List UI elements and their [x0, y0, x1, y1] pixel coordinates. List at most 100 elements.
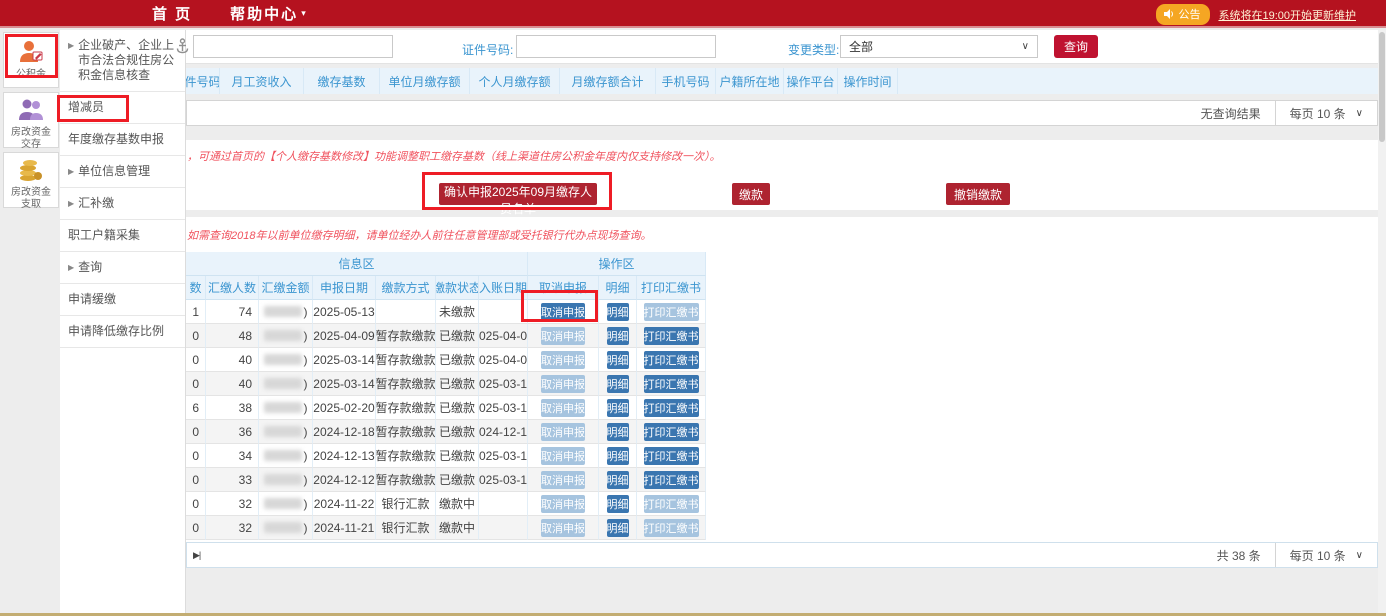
- pay-button[interactable]: 缴款: [732, 183, 770, 205]
- speaker-icon: [1164, 9, 1174, 19]
- chevron-down-icon: ∨: [1356, 550, 1363, 561]
- detail-button[interactable]: 明细: [607, 351, 629, 369]
- print-remittance-button[interactable]: 打印汇缴书: [644, 327, 699, 345]
- print-remittance-button[interactable]: 打印汇缴书: [644, 447, 699, 465]
- page-size-select[interactable]: 每页 10 条 ∨: [1275, 101, 1377, 125]
- maintenance-notice-link[interactable]: 系统将在19:00开始更新维护: [1218, 7, 1356, 23]
- page-size-select[interactable]: 每页 10 条 ∨: [1275, 543, 1377, 567]
- detail-button[interactable]: 明细: [607, 519, 629, 537]
- column-header: 汇缴人数: [206, 276, 259, 300]
- cancel-declare-button: 取消申报: [541, 423, 585, 441]
- detail-button[interactable]: 明细: [607, 423, 629, 441]
- entry-date-cell: [479, 516, 528, 540]
- people-count-cell: 36: [206, 420, 259, 444]
- two-people-icon: [18, 98, 44, 122]
- pay-status-cell: 已缴款: [436, 348, 479, 372]
- entry-date-cell: 2024-12-18: [479, 420, 528, 444]
- declare-date-cell: 2025-05-13: [313, 300, 376, 324]
- scrollbar-thumb[interactable]: [1379, 32, 1385, 142]
- redacted-amount: [264, 450, 302, 461]
- expand-arrow-icon: ▶: [68, 260, 74, 275]
- detail-button[interactable]: 明细: [607, 303, 629, 321]
- confirm-declare-button[interactable]: 确认申报2025年09月缴存人员名单: [439, 183, 597, 205]
- detail-button[interactable]: 明细: [607, 495, 629, 513]
- person-edit-icon: [18, 38, 44, 64]
- column-header: 手机号码: [656, 68, 716, 94]
- employee-table-header: 件号码月工资收入缴存基数单位月缴存额个人月缴存额月缴存额合计手机号码户籍所在地操…: [186, 68, 1378, 94]
- column-header: 取消申报: [528, 276, 599, 300]
- count-cell: 0: [186, 516, 206, 540]
- detail-button[interactable]: 明细: [607, 375, 629, 393]
- cancel-declare-button: 取消申报: [541, 519, 585, 537]
- module-tile-fanggai-zhiqu[interactable]: 房改资金支取: [3, 152, 59, 208]
- menu-item-7[interactable]: 申请缓缴: [60, 284, 185, 316]
- print-remittance-button[interactable]: 打印汇缴书: [644, 399, 699, 417]
- print-remittance-button[interactable]: 打印汇缴书: [644, 471, 699, 489]
- pay-method-cell: 暂存款缴款: [376, 396, 436, 420]
- menu-item-0[interactable]: ▶企业破产、企业上市合法合规住房公积金信息核查: [60, 30, 185, 92]
- redacted-amount: [264, 330, 302, 341]
- change-type-select[interactable]: 全部 ∨: [840, 35, 1038, 58]
- declare-date-cell: 2024-12-18: [313, 420, 376, 444]
- detail-button[interactable]: 明细: [607, 447, 629, 465]
- module-tile-fanggai-jiaocun[interactable]: 房改资金交存: [3, 92, 59, 148]
- print-remittance-button[interactable]: 打印汇缴书: [644, 375, 699, 393]
- menu-item-2[interactable]: 年度缴存基数申报: [60, 124, 185, 156]
- menu-item-4[interactable]: ▶汇补缴: [60, 188, 185, 220]
- nav-home[interactable]: 首 页: [152, 3, 192, 24]
- cancel-declare-button: 取消申报: [541, 399, 585, 417]
- column-header: 个人月缴存额: [470, 68, 560, 94]
- menu-item-1[interactable]: 增减员: [60, 92, 185, 124]
- chevron-down-icon: ∨: [1022, 41, 1029, 52]
- module-tile-gongjijin[interactable]: 公积金: [3, 32, 59, 88]
- column-header: 缴存基数: [304, 68, 380, 94]
- declare-date-cell: 2024-12-12: [313, 468, 376, 492]
- module-rail: 公积金 房改资金交存 房改资金支取: [0, 30, 60, 613]
- column-header: 打印汇缴书: [637, 276, 706, 300]
- name-input[interactable]: [193, 35, 393, 58]
- nav-help-center[interactable]: 帮助中心 ▾: [230, 3, 306, 24]
- print-remittance-button[interactable]: 打印汇缴书: [644, 423, 699, 441]
- anchor-icon[interactable]: [176, 38, 189, 57]
- table-row: 032)2024-11-21银行汇款缴款中取消申报明细打印汇缴书: [186, 516, 706, 540]
- employee-table-footer: 无查询结果 每页 10 条 ∨: [186, 100, 1378, 126]
- count-cell: 0: [186, 348, 206, 372]
- declare-date-cell: 2025-03-14: [313, 348, 376, 372]
- search-button[interactable]: 查询: [1054, 35, 1098, 58]
- scroll-end-icon[interactable]: ▶|: [193, 550, 200, 561]
- column-header: 月工资收入: [220, 68, 304, 94]
- table-row: 638)2025-02-20暂存款缴款已缴款2025-03-14取消申报明细打印…: [186, 396, 706, 420]
- count-cell: 0: [186, 492, 206, 516]
- people-count-cell: 32: [206, 516, 259, 540]
- group-header-ops: 操作区: [528, 252, 706, 276]
- amount-masked-cell: ): [259, 516, 313, 540]
- amount-masked-cell: ): [259, 420, 313, 444]
- announcement-badge: 公告: [1156, 4, 1210, 25]
- menu-item-6[interactable]: ▶查询: [60, 252, 185, 284]
- menu-item-5[interactable]: 职工户籍采集: [60, 220, 185, 252]
- pay-status-cell: 已缴款: [436, 420, 479, 444]
- detail-button[interactable]: 明细: [607, 471, 629, 489]
- menu-item-8[interactable]: 申请降低缴存比例: [60, 316, 185, 348]
- cancel-declare-button[interactable]: 取消申报: [541, 303, 585, 321]
- cancel-pay-button[interactable]: 撤销缴款: [946, 183, 1010, 205]
- pay-status-cell: 已缴款: [436, 396, 479, 420]
- history-query-notice-block: 如需查询2018年以前单位缴存明细，请单位经办人前往任意管理部或受托银行代办点现…: [186, 217, 1378, 252]
- column-header: 入账日期: [479, 276, 528, 300]
- print-remittance-button[interactable]: 打印汇缴书: [644, 351, 699, 369]
- column-header: 明细: [599, 276, 637, 300]
- vertical-scrollbar[interactable]: [1378, 30, 1386, 613]
- detail-button[interactable]: 明细: [607, 399, 629, 417]
- cancel-declare-button: 取消申报: [541, 351, 585, 369]
- pay-method-cell: 银行汇款: [376, 492, 436, 516]
- menu-item-3[interactable]: ▶单位信息管理: [60, 156, 185, 188]
- declare-date-cell: 2024-12-13: [313, 444, 376, 468]
- top-navigation-bar: 首 页 帮助中心 ▾ 公告 系统将在19:00开始更新维护: [0, 0, 1386, 28]
- sidebar-menu: ▶企业破产、企业上市合法合规住房公积金信息核查增减员年度缴存基数申报▶单位信息管…: [60, 30, 186, 613]
- table-row: 032)2024-11-22银行汇款缴款中取消申报明细打印汇缴书: [186, 492, 706, 516]
- detail-button[interactable]: 明细: [607, 327, 629, 345]
- total-count-text: 共 38 条: [1203, 547, 1275, 564]
- count-cell: 0: [186, 444, 206, 468]
- pay-status-cell: 已缴款: [436, 444, 479, 468]
- cert-number-input[interactable]: [516, 35, 716, 58]
